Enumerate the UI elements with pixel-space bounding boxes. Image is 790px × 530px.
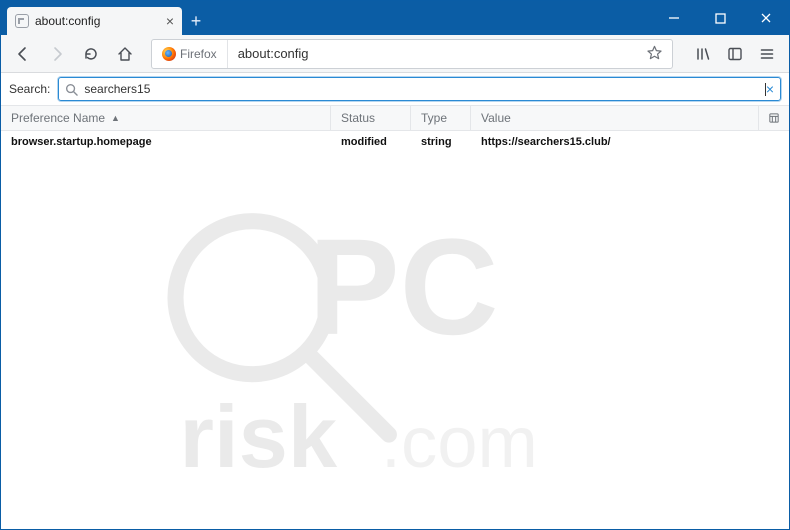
cell-status: modified — [331, 136, 411, 148]
identity-block[interactable]: Firefox — [152, 40, 228, 68]
titlebar: about:config × + — [1, 1, 789, 35]
table-row[interactable]: browser.startup.homepage modified string… — [1, 131, 789, 153]
home-button[interactable] — [111, 40, 139, 68]
browser-tab[interactable]: about:config × — [7, 7, 182, 35]
config-search-input[interactable] — [78, 82, 768, 96]
col-preference-name[interactable]: Preference Name ▲ — [1, 106, 331, 130]
window-controls — [651, 1, 789, 35]
cell-type: string — [411, 136, 471, 148]
sidebar-button[interactable] — [721, 40, 749, 68]
bookmark-star-icon[interactable] — [637, 45, 672, 63]
config-search-box[interactable]: × — [58, 77, 781, 101]
search-label: Search: — [9, 82, 50, 96]
config-table-body: browser.startup.homepage modified string… — [1, 131, 789, 529]
col-label: Value — [481, 111, 511, 125]
firefox-icon — [162, 47, 176, 61]
cell-name: browser.startup.homepage — [1, 136, 331, 148]
minimize-button[interactable] — [651, 1, 697, 35]
reload-button[interactable] — [77, 40, 105, 68]
column-picker-button[interactable] — [759, 106, 789, 130]
forward-button[interactable] — [43, 40, 71, 68]
library-button[interactable] — [689, 40, 717, 68]
cell-value: https://searchers15.club/ — [471, 136, 789, 148]
col-label: Status — [341, 111, 375, 125]
page: Search: × Preference Name ▲ Status Type … — [1, 73, 789, 529]
sort-asc-icon: ▲ — [111, 113, 120, 123]
col-label: Type — [421, 111, 447, 125]
search-icon — [65, 83, 78, 96]
identity-label: Firefox — [180, 47, 217, 61]
tab-title: about:config — [35, 14, 160, 28]
url-text: about:config — [228, 46, 637, 61]
maximize-button[interactable] — [697, 1, 743, 35]
col-label: Preference Name — [11, 111, 105, 125]
col-type[interactable]: Type — [411, 106, 471, 130]
config-icon — [15, 14, 29, 28]
config-search-row: Search: × — [1, 73, 789, 105]
nav-toolbar: Firefox about:config — [1, 35, 789, 73]
close-window-button[interactable] — [743, 1, 789, 35]
close-tab-icon[interactable]: × — [166, 13, 174, 29]
clear-search-icon[interactable]: × — [766, 81, 774, 97]
col-value[interactable]: Value — [471, 106, 759, 130]
menu-button[interactable] — [753, 40, 781, 68]
config-table-header: Preference Name ▲ Status Type Value — [1, 105, 789, 131]
new-tab-button[interactable]: + — [182, 7, 210, 35]
back-button[interactable] — [9, 40, 37, 68]
address-bar[interactable]: Firefox about:config — [151, 39, 673, 69]
col-status[interactable]: Status — [331, 106, 411, 130]
